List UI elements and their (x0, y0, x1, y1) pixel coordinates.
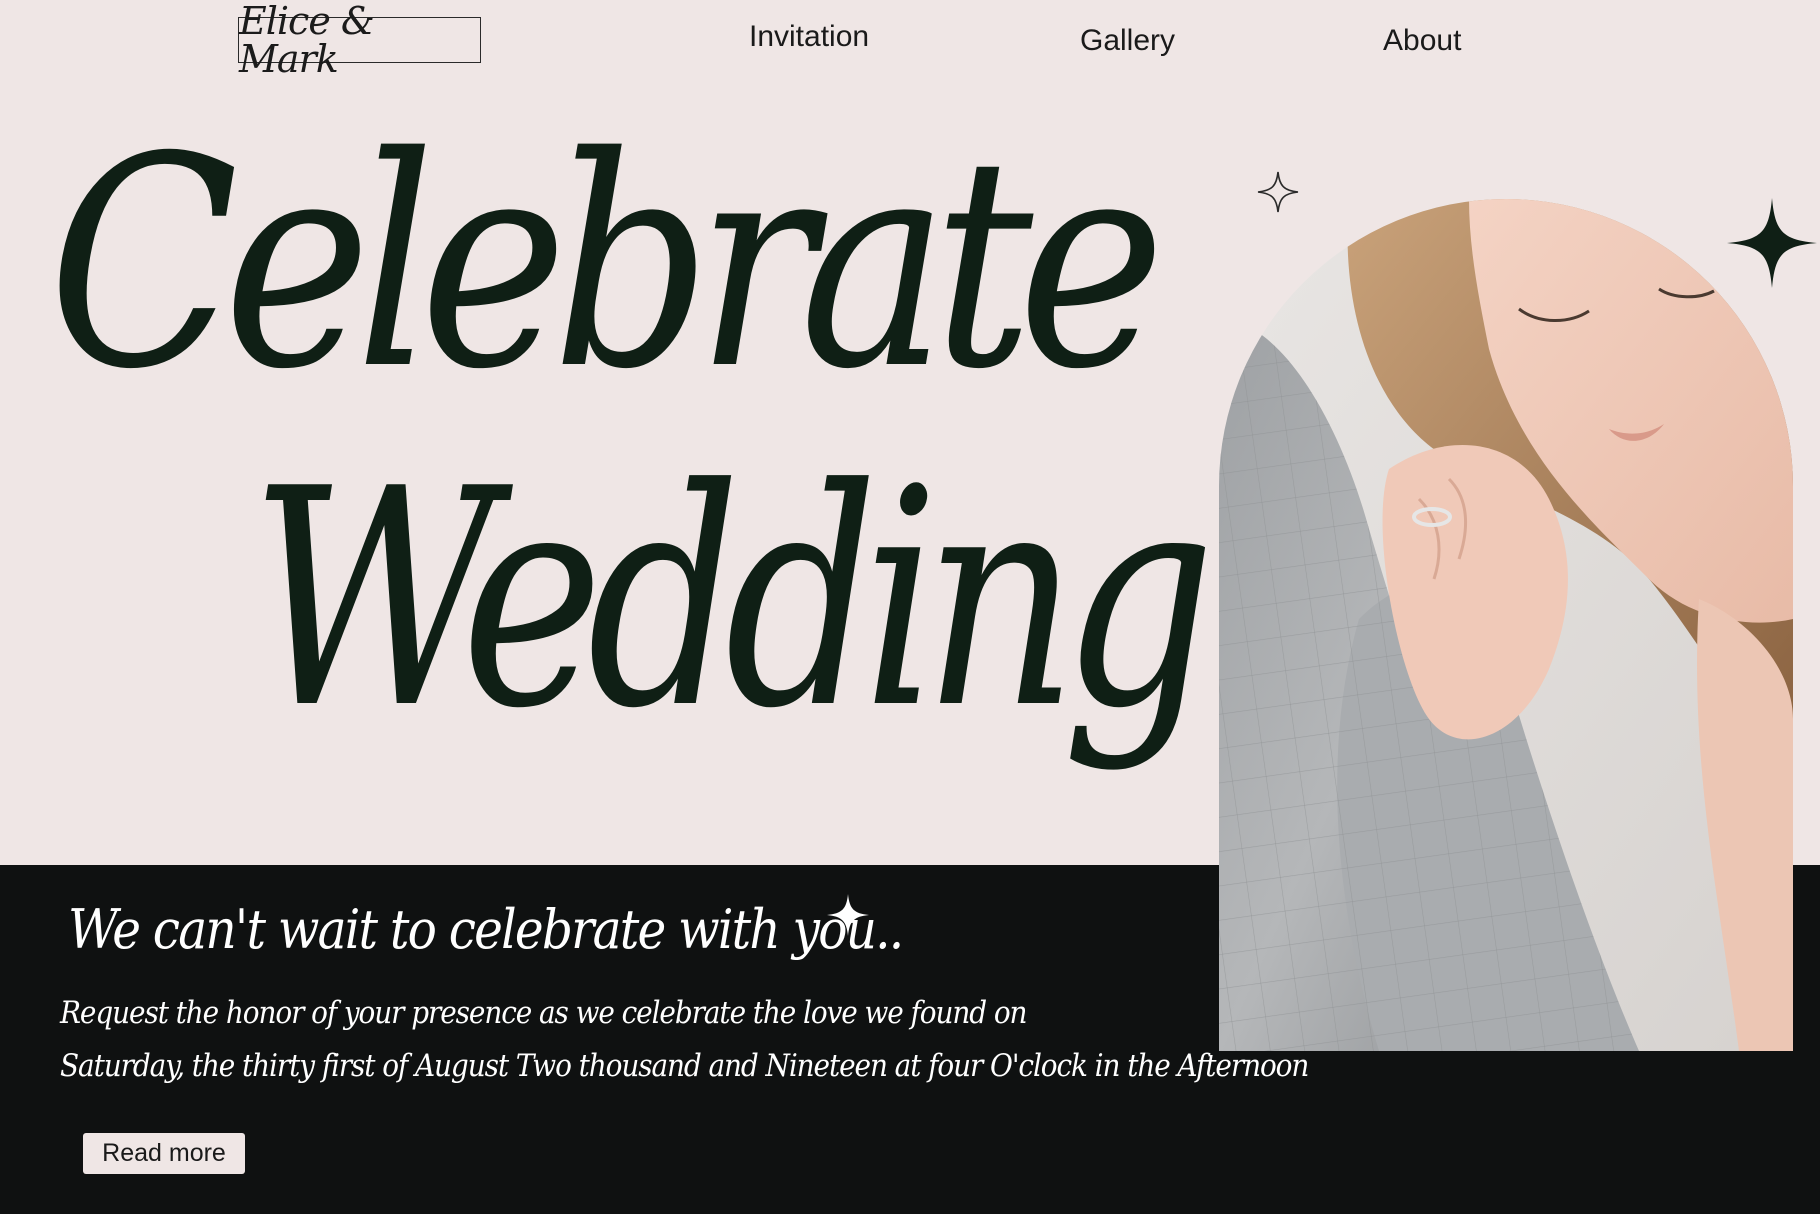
nav-about[interactable]: About (1383, 24, 1461, 58)
wedding-page: Elice & Mark Invitation Gallery About Ce… (0, 0, 1820, 1214)
site-logo[interactable]: Elice & Mark (238, 2, 481, 78)
invitation-text-line-1: Request the honor of your presence as we… (60, 995, 1028, 1031)
invitation-text-line-2: Saturday, the thirty first of August Two… (60, 1048, 1309, 1084)
sparkle-white-icon (827, 894, 869, 936)
nav-gallery[interactable]: Gallery (1080, 24, 1175, 58)
nav-invitation[interactable]: Invitation (749, 20, 869, 54)
hero-title-line-2: Wedding (250, 425, 1215, 774)
sparkle-outline-icon (1257, 171, 1299, 213)
hero-title-line-1: Celebrate (48, 96, 1165, 433)
tagline: We can't wait to celebrate with you.. (68, 898, 904, 961)
read-more-button[interactable]: Read more (83, 1133, 245, 1174)
sparkle-solid-icon (1727, 198, 1817, 288)
couple-photo (1219, 199, 1793, 1051)
